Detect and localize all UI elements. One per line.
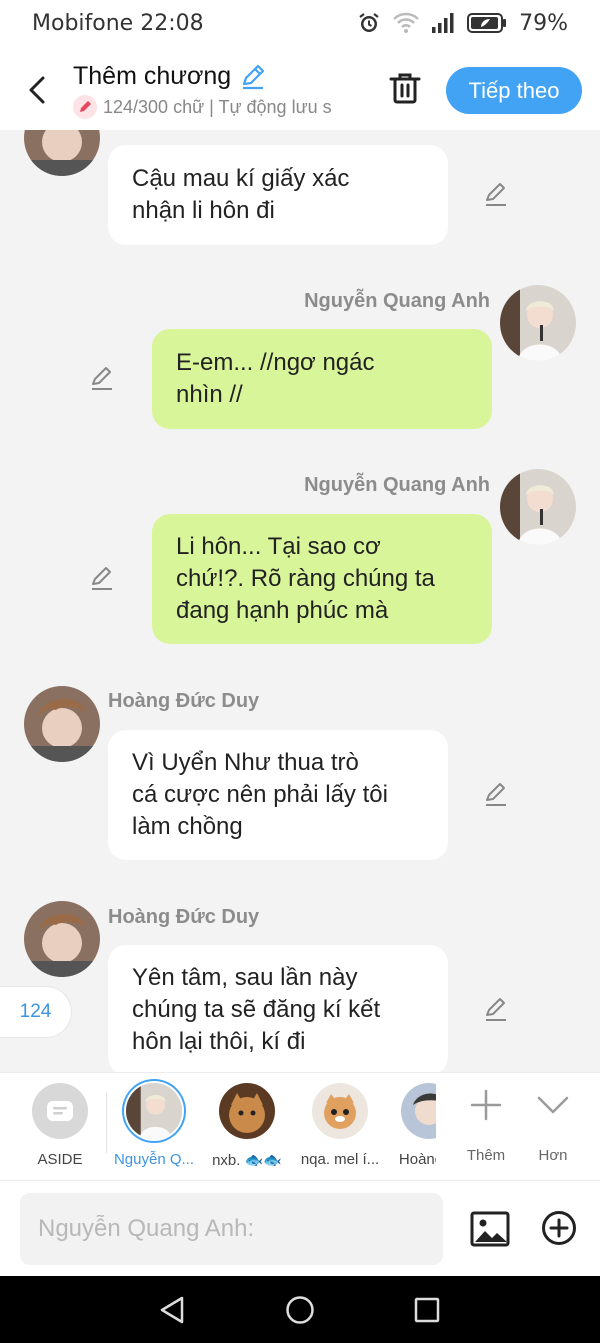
avatar-nguyen-quang-anh[interactable] — [500, 469, 576, 545]
nav-home-button[interactable] — [284, 1294, 316, 1326]
alarm-icon — [359, 13, 379, 32]
clock: 22:08 — [140, 10, 204, 36]
character-nqa-mel[interactable]: nqa. mel í... — [297, 1083, 383, 1168]
chevron-down-icon — [537, 1096, 569, 1114]
avatar-hoang-duc-duy[interactable] — [24, 686, 100, 762]
character-name: Hoàng — [398, 1151, 436, 1168]
carrier-name: Mobifone — [32, 10, 134, 36]
character-avatar — [401, 1083, 436, 1139]
trash-icon — [389, 73, 421, 104]
character-name: nqa. mel í... — [300, 1151, 380, 1168]
page-title[interactable]: Thêm chương — [73, 62, 368, 91]
character-avatar — [126, 1083, 182, 1139]
message-line: Li hôn... Tại sao cơ — [176, 533, 381, 560]
message-line: E-em... //ngơ ngác — [176, 349, 375, 376]
nav-recents-button[interactable] — [411, 1294, 443, 1326]
message-line: Vì Uyển Như thua trò — [132, 749, 359, 776]
character-avatar — [312, 1083, 368, 1139]
message-text: Cậu mau kí giấy xác nhận li hôn đi — [132, 163, 349, 227]
sender-name: Nguyễn Quang Anh — [304, 474, 490, 496]
circle-home-icon — [286, 1296, 314, 1324]
insert-image-button[interactable] — [470, 1209, 510, 1249]
image-icon — [470, 1211, 510, 1247]
message-line: cá cược nên phải lấy tôi — [132, 781, 388, 808]
add-character-button[interactable]: Thêm — [456, 1085, 516, 1164]
aside-icon — [32, 1083, 88, 1139]
avatar-hoang-duc-duy[interactable] — [24, 130, 100, 176]
sender-name: Hoàng Đức Duy — [108, 906, 260, 928]
edit-message-icon[interactable] — [482, 781, 510, 809]
more-button[interactable]: Hơn — [523, 1085, 583, 1164]
title-area: Thêm chương 124/300 chữ | Tự động lưu s — [73, 62, 368, 119]
message-line: đang hạnh phúc mà — [176, 597, 389, 624]
page-title-text: Thêm chương — [73, 62, 232, 90]
avatar-nguyen-quang-anh[interactable] — [500, 285, 576, 361]
next-button[interactable]: Tiếp theo — [446, 67, 582, 114]
more-label: Hơn — [538, 1147, 568, 1164]
message-line: chứ!?. Rõ ràng chúng ta — [176, 565, 435, 592]
composer — [0, 1180, 600, 1276]
message-input[interactable] — [20, 1193, 443, 1265]
status-bar: Mobifone 22:08 79% — [0, 0, 600, 46]
nav-back-button[interactable] — [156, 1294, 188, 1326]
word-counter-badge[interactable]: 124 — [0, 986, 72, 1038]
battery-icon — [467, 13, 507, 33]
square-recents-icon — [414, 1297, 440, 1323]
character-aside[interactable]: ASIDE — [17, 1083, 103, 1168]
message-line: Yên tâm, sau lần này — [132, 964, 358, 991]
chat-area[interactable]: Cậu mau kí giấy xác nhận li hôn đi Nguyễ… — [0, 130, 600, 1072]
character-nguyen-quang-anh[interactable]: Nguyễn Q... — [111, 1083, 197, 1168]
message-bubble[interactable]: Vì Uyển Như thua trò cá cược nên phải lấ… — [108, 730, 448, 860]
back-button[interactable] — [20, 70, 54, 110]
message-line: nhận li hôn đi — [132, 197, 275, 224]
divider — [106, 1093, 107, 1153]
message-line: hôn lại thôi, kí đi — [132, 1028, 306, 1055]
chevron-left-icon — [29, 76, 45, 104]
edit-message-icon[interactable] — [482, 996, 510, 1024]
plus-icon — [470, 1089, 502, 1121]
message-bubble[interactable]: Li hôn... Tại sao cơ chứ!?. Rõ ràng chún… — [152, 514, 492, 644]
status-icons: 79% — [357, 11, 568, 36]
character-nxb[interactable]: nxb. 🐟🐟 — [204, 1083, 290, 1169]
message-line: chúng ta sẽ đăng kí kết — [132, 996, 381, 1023]
message-line: Cậu mau kí giấy xác — [132, 165, 350, 192]
message-bubble[interactable]: Yên tâm, sau lần này chúng ta sẽ đăng kí… — [108, 945, 448, 1072]
message-text: Yên tâm, sau lần này chúng ta sẽ đăng kí… — [132, 962, 380, 1058]
message-text: Vì Uyển Như thua trò cá cược nên phải lấ… — [132, 747, 388, 843]
word-count-text: 124/300 chữ | Tự động lưu s — [103, 96, 332, 117]
character-avatar — [219, 1083, 275, 1139]
header: Thêm chương 124/300 chữ | Tự động lưu s … — [0, 46, 600, 130]
signal-icon — [432, 13, 454, 33]
triangle-back-icon — [160, 1296, 184, 1324]
edit-message-icon[interactable] — [88, 365, 116, 393]
pen-badge-icon — [73, 95, 97, 119]
sender-name: Hoàng Đức Duy — [108, 690, 260, 712]
message-line: làm chồng — [132, 813, 243, 840]
character-name: Nguyễn Q... — [113, 1151, 195, 1168]
avatar-hoang-duc-duy[interactable] — [24, 901, 100, 977]
carrier-time: Mobifone 22:08 — [32, 11, 204, 36]
character-name: nxb. 🐟🐟 — [212, 1152, 282, 1169]
message-line: nhìn // — [176, 381, 243, 408]
message-bubble[interactable]: E-em... //ngơ ngác nhìn // — [152, 329, 492, 429]
sender-name: Nguyễn Quang Anh — [304, 290, 490, 312]
plus-circle-icon — [542, 1211, 576, 1245]
edit-message-icon[interactable] — [482, 181, 510, 209]
character-selector: ASIDE Nguyễn Q... nxb. 🐟🐟 nqa. mel í... … — [0, 1072, 600, 1180]
character-hoang[interactable]: Hoàng — [390, 1083, 436, 1168]
wifi-icon — [393, 12, 419, 33]
delete-button[interactable] — [386, 68, 424, 108]
word-count-status: 124/300 chữ | Tự động lưu s — [73, 95, 368, 119]
battery-percent: 79% — [519, 10, 568, 36]
character-name: ASIDE — [37, 1151, 83, 1168]
pencil-icon[interactable] — [239, 63, 267, 91]
message-bubble[interactable]: Cậu mau kí giấy xác nhận li hôn đi — [108, 145, 448, 245]
message-text: E-em... //ngơ ngác nhìn // — [176, 347, 375, 411]
add-character-label: Thêm — [466, 1147, 506, 1164]
message-text: Li hôn... Tại sao cơ chứ!?. Rõ ràng chún… — [176, 531, 435, 627]
system-nav-bar — [0, 1276, 600, 1343]
add-attachment-button[interactable] — [540, 1209, 578, 1247]
edit-message-icon[interactable] — [88, 565, 116, 593]
